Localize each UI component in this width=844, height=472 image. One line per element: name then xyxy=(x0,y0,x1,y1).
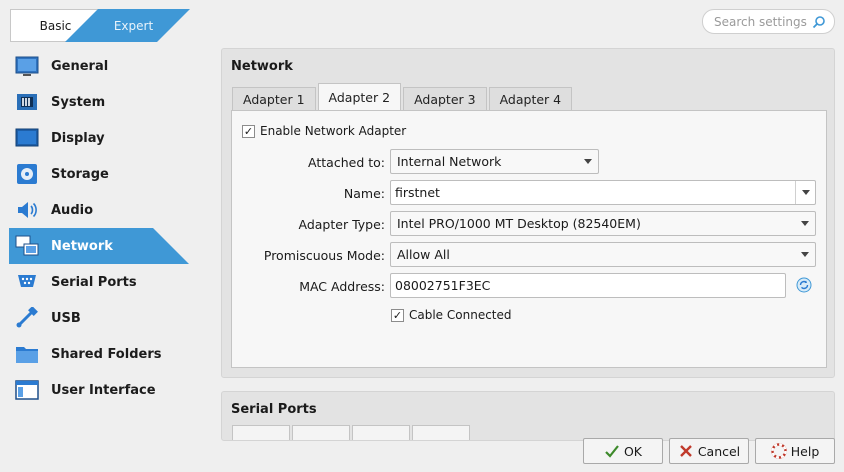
sidebar-item-storage[interactable]: Storage xyxy=(0,156,200,192)
tab-label: Adapter 1 xyxy=(243,92,305,107)
name-label: Name: xyxy=(343,186,385,201)
sidebar-item-label: Shared Folders xyxy=(51,346,162,362)
sidebar-item-general[interactable]: General xyxy=(0,48,200,84)
name-combo[interactable]: firstnet xyxy=(390,180,816,205)
cancel-icon xyxy=(678,443,694,459)
cable-connected-label: Cable Connected xyxy=(409,308,512,322)
port-tabs xyxy=(232,425,472,440)
tab-port[interactable] xyxy=(352,425,410,440)
sidebar-item-display[interactable]: Display xyxy=(0,120,200,156)
expert-mode-label: Expert xyxy=(113,18,154,33)
chevron-down-icon xyxy=(801,190,810,195)
network-panel: Network Adapter 1 Adapter 2 Adapter 3 Ad… xyxy=(221,48,835,378)
network-icon xyxy=(14,233,40,259)
cable-connected-checkbox[interactable]: ✓ Cable Connected xyxy=(391,308,512,322)
chevron-down-icon xyxy=(801,252,809,257)
sidebar-item-label: Serial Ports xyxy=(51,274,137,290)
mode-switch: Basic Expert xyxy=(10,9,190,42)
sidebar-item-label: Network xyxy=(51,238,113,254)
sidebar-item-shared-folders[interactable]: Shared Folders xyxy=(0,336,200,372)
mac-address-label: MAC Address: xyxy=(299,279,385,294)
adapter-type-label: Adapter Type: xyxy=(298,217,386,232)
usb-icon xyxy=(14,305,40,331)
search-icon xyxy=(812,15,825,28)
ok-label: OK xyxy=(623,443,643,459)
help-button[interactable]: Help xyxy=(755,438,835,464)
cable-connected-check[interactable]: ✓ xyxy=(391,308,404,322)
network-title: Network xyxy=(231,59,293,74)
serial-ports-title: Serial Ports xyxy=(231,402,317,417)
tab-port[interactable] xyxy=(292,425,350,440)
name-value: firstnet xyxy=(395,185,440,200)
tab-label: Adapter 3 xyxy=(414,92,476,107)
shared-folders-icon xyxy=(14,341,40,367)
promiscuous-mode-select[interactable]: Allow All xyxy=(390,242,816,267)
help-icon xyxy=(771,443,787,459)
adapter-type-value: Intel PRO/1000 MT Desktop (82540EM) xyxy=(397,216,641,231)
attached-to-value: Internal Network xyxy=(397,154,502,169)
adapter-type-select[interactable]: Intel PRO/1000 MT Desktop (82540EM) xyxy=(390,211,816,236)
general-icon xyxy=(14,53,40,79)
ok-icon xyxy=(604,443,620,459)
sidebar-item-network[interactable]: Network xyxy=(0,228,200,264)
refresh-mac-icon[interactable] xyxy=(796,277,812,293)
serial-ports-icon xyxy=(14,269,40,295)
cancel-button[interactable]: Cancel xyxy=(669,438,749,464)
sidebar-item-label: Audio xyxy=(51,202,94,218)
help-label: Help xyxy=(790,443,820,459)
enable-adapter-check[interactable]: ✓ xyxy=(242,124,255,138)
basic-mode-label: Basic xyxy=(39,18,72,33)
adapter-pane: ✓ Enable Network Adapter Attached to: In… xyxy=(231,110,827,368)
sidebar: General System Display Storage Audio Net… xyxy=(0,48,200,408)
display-icon xyxy=(14,125,40,151)
tab-label: Adapter 4 xyxy=(499,92,562,107)
sidebar-item-label: User Interface xyxy=(51,382,156,398)
promiscuous-mode-label: Promiscuous Mode: xyxy=(263,248,385,263)
sidebar-item-audio[interactable]: Audio xyxy=(0,192,200,228)
sidebar-item-label: General xyxy=(51,58,109,74)
tab-port[interactable] xyxy=(232,425,290,440)
search-input[interactable]: Search settings xyxy=(702,9,835,34)
sidebar-item-label: Storage xyxy=(51,166,109,182)
mac-address-input[interactable]: 08002751F3EC xyxy=(390,273,786,298)
sidebar-item-usb[interactable]: USB xyxy=(0,300,200,336)
tab-adapter-1[interactable]: Adapter 1 xyxy=(232,87,316,111)
mac-address-value: 08002751F3EC xyxy=(395,278,491,293)
system-icon xyxy=(14,89,40,115)
name-dropdown-button[interactable] xyxy=(795,181,815,204)
sidebar-item-label: USB xyxy=(51,310,81,326)
serial-ports-panel: Serial Ports xyxy=(221,391,835,441)
chevron-down-icon xyxy=(801,221,809,226)
attached-to-select[interactable]: Internal Network xyxy=(390,149,599,174)
sidebar-item-label: Display xyxy=(51,130,105,146)
storage-icon xyxy=(14,161,40,187)
audio-icon xyxy=(14,197,40,223)
search-placeholder: Search settings xyxy=(714,14,807,29)
sidebar-item-serial-ports[interactable]: Serial Ports xyxy=(0,264,200,300)
sidebar-item-user-interface[interactable]: User Interface xyxy=(0,372,200,408)
chevron-down-icon xyxy=(584,159,592,164)
tab-adapter-4[interactable]: Adapter 4 xyxy=(488,87,573,111)
enable-adapter-checkbox[interactable]: ✓ Enable Network Adapter xyxy=(242,124,406,138)
user-interface-icon xyxy=(14,377,40,403)
ok-button[interactable]: OK xyxy=(583,438,663,464)
sidebar-item-system[interactable]: System xyxy=(0,84,200,120)
enable-adapter-label: Enable Network Adapter xyxy=(260,124,407,138)
adapter-tabs: Adapter 1 Adapter 2 Adapter 3 Adapter 4 xyxy=(232,83,574,111)
tab-adapter-3[interactable]: Adapter 3 xyxy=(403,87,487,111)
sidebar-item-label: System xyxy=(51,94,106,110)
tab-adapter-2[interactable]: Adapter 2 xyxy=(317,83,402,111)
cancel-label: Cancel xyxy=(697,443,741,459)
attached-to-label: Attached to: xyxy=(308,155,385,170)
tab-label: Adapter 2 xyxy=(328,90,391,105)
tab-port[interactable] xyxy=(412,425,470,440)
promiscuous-mode-value: Allow All xyxy=(397,247,450,262)
